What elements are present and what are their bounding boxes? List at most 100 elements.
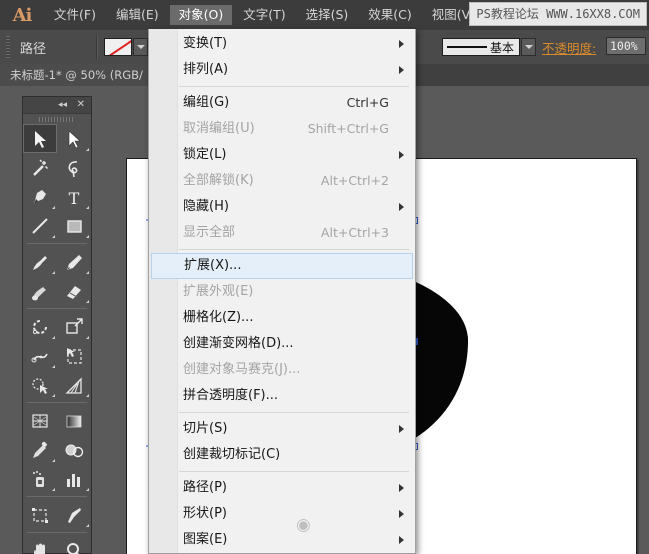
mesh-tool[interactable] <box>23 406 57 435</box>
menu-item-list[interactable]: 变换(T) 排列(A) 编组(G) Ctrl+G 取消编组(U) Shift+Ctrl+G… <box>149 31 415 554</box>
artboard-tool[interactable] <box>23 500 57 529</box>
stroke-profile-select[interactable]: 基本 <box>442 38 520 56</box>
menu-item-15[interactable]: 创建裁切标记(C) <box>149 442 415 468</box>
eraser-tool[interactable] <box>57 276 91 305</box>
opacity-input[interactable]: 100% <box>606 37 646 55</box>
document-tab[interactable]: 未标题-1* @ 50% (RGB/ <box>0 64 154 86</box>
menu-item-9: 扩展外观(E) <box>149 279 415 305</box>
menu-item-label: 排列(A) <box>183 62 229 77</box>
menu-item-10[interactable]: 栅格化(Z)... <box>149 305 415 331</box>
tool-flyout-indicator-icon <box>86 300 89 303</box>
menu-item-17[interactable]: 形状(P) <box>149 501 415 527</box>
eyedropper-tool[interactable] <box>23 435 57 464</box>
menu-item-3: 取消编组(U) Shift+Ctrl+G <box>149 116 415 142</box>
blob-brush-icon <box>32 286 46 300</box>
type-tool[interactable]: T <box>57 182 91 211</box>
shape-builder-tool[interactable] <box>23 370 57 399</box>
paintbrush-tool[interactable] <box>23 247 57 276</box>
symbol-sprayer-tool[interactable] <box>23 464 57 493</box>
tools-panel-grip[interactable] <box>23 114 91 124</box>
stroke-profile-dropdown-arrow[interactable] <box>521 38 536 56</box>
free-transform-icon <box>67 347 82 364</box>
control-bar-divider <box>96 34 98 60</box>
menu-item-1[interactable]: 排列(A) <box>149 57 415 83</box>
menu-item-0[interactable]: 变换(T) <box>149 31 415 57</box>
fill-swatch-button[interactable] <box>104 38 132 56</box>
menu-item-8[interactable]: 扩展(X)... <box>151 253 413 279</box>
selection-tool[interactable] <box>23 124 57 153</box>
menu-4[interactable]: 选择(S) <box>297 5 358 25</box>
shape-builder-icon <box>32 377 48 394</box>
tool-flyout-indicator-icon <box>86 394 89 397</box>
menu-item-16[interactable]: 路径(P) <box>149 475 415 501</box>
menu-item-4[interactable]: 锁定(L) <box>149 142 415 168</box>
tool-flyout-indicator-icon <box>86 206 89 209</box>
pen-tool[interactable] <box>23 182 57 211</box>
blob-brush-tool[interactable] <box>23 276 57 305</box>
collapse-arrows-icon[interactable]: ◂◂ <box>58 100 67 110</box>
menu-item-14[interactable]: 切片(S) <box>149 416 415 442</box>
menu-separator <box>179 249 409 250</box>
line-segment-tool[interactable] <box>23 211 57 240</box>
zoom-tool[interactable] <box>57 536 91 554</box>
close-icon[interactable]: ✕ <box>77 99 85 110</box>
free-transform-tool[interactable] <box>57 341 91 370</box>
rectangle-tool[interactable] <box>57 211 91 240</box>
menu-separator <box>179 471 409 472</box>
perspective-grid-tool[interactable] <box>57 370 91 399</box>
column-graph-tool[interactable] <box>57 464 91 493</box>
direct-selection-tool[interactable] <box>57 124 91 153</box>
tool-flyout-indicator-icon <box>86 336 89 339</box>
menu-item-label: 栅格化(Z)... <box>183 310 254 325</box>
rotate-tool[interactable] <box>23 312 57 341</box>
rotate-icon <box>32 319 47 334</box>
magic-wand-icon <box>33 158 49 176</box>
blend-tool[interactable] <box>57 435 91 464</box>
gradient-tool[interactable] <box>57 406 91 435</box>
arrow-hollow-icon <box>68 129 81 148</box>
hand-tool[interactable] <box>23 536 57 554</box>
menu-item-shortcut: Alt+Ctrl+3 <box>320 225 389 240</box>
tools-panel[interactable]: ◂◂ ✕ T ↷ <box>22 96 92 554</box>
menu-item-13[interactable]: 拼合透明度(F)... <box>149 383 415 409</box>
gradient-icon <box>66 415 82 427</box>
width-tool[interactable] <box>23 341 57 370</box>
tool-flyout-indicator-icon <box>52 365 55 368</box>
slice-tool[interactable] <box>57 500 91 529</box>
submenu-arrow-icon <box>399 510 404 518</box>
tools-grid[interactable]: T <box>23 124 91 554</box>
lasso-tool[interactable] <box>57 153 91 182</box>
tool-flyout-indicator-icon <box>52 394 55 397</box>
opacity-label[interactable]: 不透明度: <box>542 38 596 57</box>
illustrator-window: Ai 文件(F)编辑(E)对象(O)文字(T)选择(S)效果(C)视图(V)窗口… <box>0 0 649 554</box>
menu-item-12: 创建对象马赛克(J)... <box>149 357 415 383</box>
menu-0[interactable]: 文件(F) <box>45 5 105 25</box>
menu-item-11[interactable]: 创建渐变网格(D)... <box>149 331 415 357</box>
menu-1[interactable]: 编辑(E) <box>107 5 168 25</box>
menu-3[interactable]: 文字(T) <box>234 5 294 25</box>
object-menu-dropdown[interactable]: 变换(T) 排列(A) 编组(G) Ctrl+G 取消编组(U) Shift+Ctrl+G… <box>148 29 416 554</box>
pen-icon <box>34 189 46 204</box>
tools-divider <box>27 496 87 497</box>
width-icon <box>31 353 48 362</box>
menu-item-18[interactable]: 图案(E) <box>149 527 415 553</box>
scale-tool[interactable] <box>57 312 91 341</box>
menu-5[interactable]: 效果(C) <box>359 5 420 25</box>
symbol-sprayer-icon <box>33 470 44 487</box>
magic-wand-tool[interactable] <box>23 153 57 182</box>
control-bar-object-label: 路径 <box>20 42 47 57</box>
pencil-tool[interactable] <box>57 247 91 276</box>
submenu-arrow-icon <box>399 536 404 544</box>
tools-panel-header[interactable]: ◂◂ ✕ <box>23 97 91 114</box>
type-T-icon: T <box>69 189 80 207</box>
menu-item-2[interactable]: 编组(G) Ctrl+G <box>149 90 415 116</box>
hand-icon <box>34 543 45 554</box>
fill-swatch-dropdown[interactable] <box>133 38 148 56</box>
menu-item-6[interactable]: 隐藏(H) <box>149 194 415 220</box>
control-bar-grip[interactable] <box>6 36 10 58</box>
submenu-arrow-icon <box>399 484 404 492</box>
menu-item-label: 显示全部 <box>183 225 236 240</box>
tools-divider <box>27 532 87 533</box>
menu-2[interactable]: 对象(O) <box>169 5 233 25</box>
tool-flyout-indicator-icon <box>52 336 55 339</box>
